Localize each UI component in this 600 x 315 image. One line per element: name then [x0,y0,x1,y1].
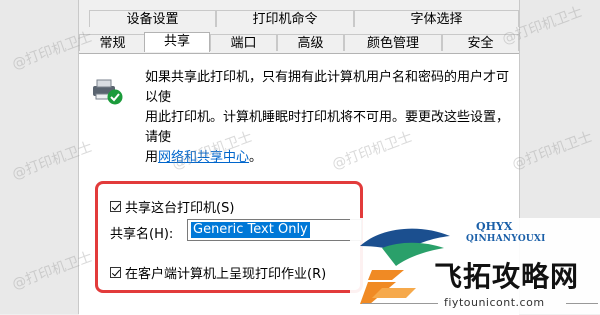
description-prefix: 用 [145,150,159,165]
tab-ports[interactable]: 端口 [210,34,277,51]
share-name-label: 共享名(H): [110,227,174,242]
logo-brand-sub: QINHANYOUXI [466,234,546,244]
share-name-input[interactable]: Generic Text Only [187,219,362,241]
network-sharing-center-link[interactable]: 网络和共享中心 [158,150,249,165]
render-jobs-label[interactable]: 在客户端计算机上呈现打印作业(R) [125,263,326,282]
logo-divider-right [566,303,598,304]
tab-font-selection[interactable]: 字体选择 [354,10,519,27]
logo-divider-left [362,303,438,304]
share-printer-label[interactable]: 共享这台打印机(S) [125,197,234,216]
logo-url: fiytounicont.com [444,296,545,309]
render-jobs-checkbox[interactable] [110,267,121,278]
sharing-description: 如果共享此打印机，只有拥有此计算机用户名和密码的用户才可以使 用此打印机。计算机… [145,68,515,168]
tab-color-management[interactable]: 颜色管理 [344,34,442,51]
shared-printer-icon [93,79,123,105]
share-name-value: Generic Text Only [191,222,310,238]
tab-advanced[interactable]: 高级 [277,34,344,51]
tab-general[interactable]: 常规 [79,34,146,51]
description-line-3: 用网络和共享中心。 [145,148,515,168]
tab-device-settings[interactable]: 设备设置 [89,10,216,27]
share-printer-checkbox[interactable] [110,201,121,212]
description-line-2: 用此打印机。计算机睡眠时打印机将不可用。要更改这些设置，请使 [145,110,510,145]
dialog-left-frame [0,0,79,314]
logo-title: 飞拓攻略网 [434,260,580,293]
tab-sharing[interactable]: 共享 [144,32,210,52]
tab-bar: 设备设置 打印机命令 字体选择 常规 共享 端口 高级 颜色管理 安全 [79,0,519,53]
tab-security[interactable]: 安全 [442,34,519,51]
logo-brand: QHYX [476,220,513,233]
tab-printer-commands[interactable]: 打印机命令 [216,10,354,27]
description-line-1: 如果共享此打印机，只有拥有此计算机用户名和密码的用户才可以使 [145,70,510,105]
description-suffix: 。 [249,150,263,165]
